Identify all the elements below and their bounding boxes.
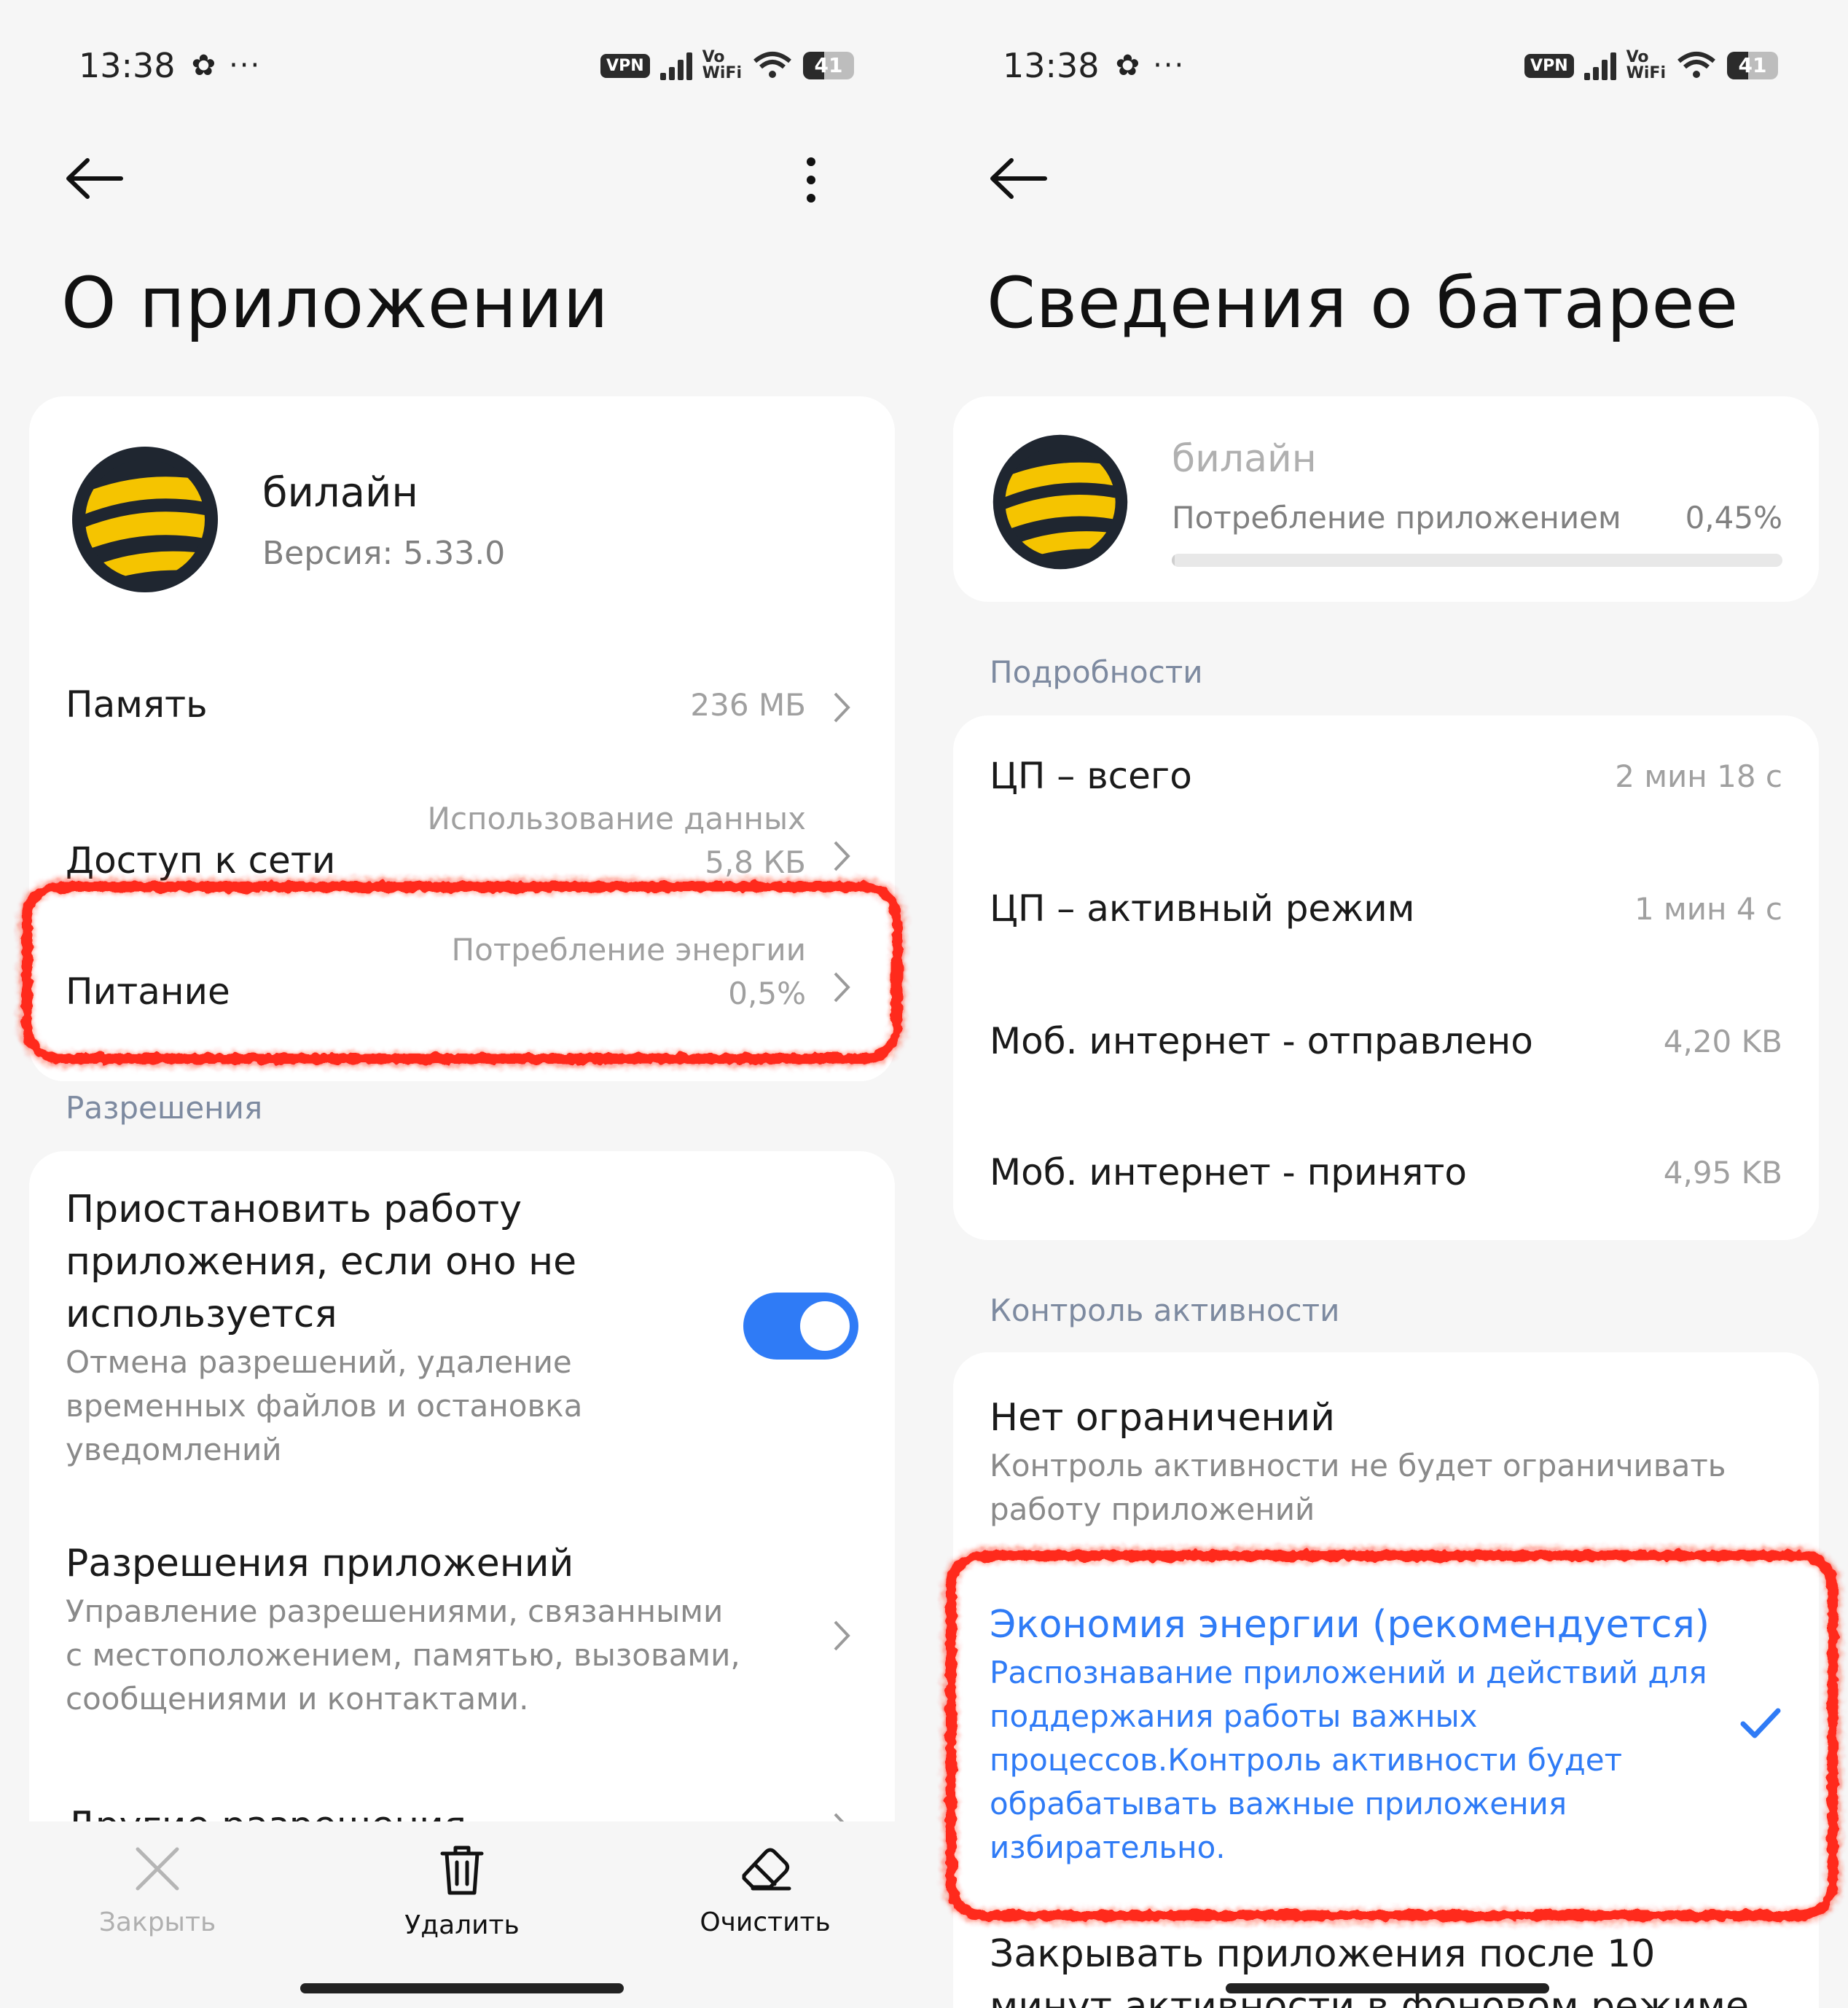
mobile-received-row: Моб. интернет - принято 4,95 KB bbox=[990, 1151, 1782, 1217]
bottom-action-bar: Закрыть Удалить Очистить bbox=[0, 1821, 924, 2008]
close-label: Закрыть bbox=[98, 1907, 216, 1937]
clear-button[interactable]: Очистить bbox=[685, 1843, 845, 1937]
status-time: 13:38 bbox=[79, 46, 176, 85]
vpn-icon: VPN bbox=[600, 53, 650, 78]
battery-icon: 41 bbox=[1727, 52, 1778, 79]
mobile-sent-label: Моб. интернет - отправлено bbox=[990, 1020, 1533, 1062]
more-notifications-icon: ··· bbox=[1153, 49, 1186, 82]
network-access-label: Доступ к сети bbox=[66, 839, 336, 882]
cpu-total-row: ЦП – всего 2 мин 18 с bbox=[990, 755, 1782, 820]
usage-progress-bar bbox=[1172, 554, 1782, 567]
vowifi-icon: Vo WiFi bbox=[702, 48, 742, 82]
mobile-sent-row: Моб. интернет - отправлено 4,20 KB bbox=[990, 1020, 1782, 1086]
app-usage-card: билайн Потребление приложением 0,45% bbox=[953, 396, 1819, 602]
status-bar: 13:38 ✿ ··· VPN Vo WiFi 41 bbox=[79, 45, 854, 86]
cpu-active-row: ЦП – активный режим 1 мин 4 с bbox=[990, 887, 1782, 953]
close-icon bbox=[136, 1847, 179, 1891]
home-indicator[interactable] bbox=[300, 1983, 624, 1993]
eraser-icon bbox=[742, 1848, 791, 1891]
notification-icon: ✿ bbox=[1115, 49, 1140, 82]
no-limits-title: Нет ограничений bbox=[990, 1396, 1336, 1440]
page-title: О приложении bbox=[61, 262, 609, 344]
chevron-right-icon bbox=[834, 692, 850, 723]
pause-app-description: Отмена разрешений, удаление временных фа… bbox=[66, 1344, 583, 1467]
page-title: Сведения о батарее bbox=[987, 262, 1739, 344]
home-indicator[interactable] bbox=[1226, 1983, 1549, 1993]
app-name: билайн bbox=[262, 469, 419, 517]
app-permissions-title: Разрешения приложений bbox=[66, 1542, 574, 1585]
memory-row[interactable]: Память 236 МБ bbox=[66, 673, 858, 739]
signal-icon bbox=[659, 51, 692, 80]
pause-app-setting[interactable]: Приостановить работу приложения, если он… bbox=[66, 1183, 858, 1475]
more-notifications-icon: ··· bbox=[229, 49, 262, 82]
chevron-right-icon bbox=[834, 841, 850, 871]
wifi-icon bbox=[753, 52, 791, 78]
power-row-highlight bbox=[22, 882, 902, 1064]
app-permissions-row[interactable]: Разрешения приложений Управление разреше… bbox=[66, 1537, 858, 1727]
vowifi-icon: Vo WiFi bbox=[1626, 48, 1666, 82]
close-button[interactable]: Закрыть bbox=[77, 1843, 238, 1937]
status-time: 13:38 bbox=[1003, 46, 1100, 85]
cpu-total-label: ЦП – всего bbox=[990, 755, 1192, 797]
memory-value: 236 МБ bbox=[690, 687, 806, 723]
pause-app-title: Приостановить работу приложения, если он… bbox=[66, 1188, 577, 1336]
app-version: Версия: 5.33.0 bbox=[262, 535, 506, 572]
signal-icon bbox=[1583, 51, 1616, 80]
pause-app-toggle[interactable] bbox=[743, 1293, 858, 1360]
notification-icon: ✿ bbox=[191, 49, 216, 82]
delete-button[interactable]: Удалить bbox=[382, 1843, 542, 1940]
details-card: ЦП – всего 2 мин 18 с ЦП – активный режи… bbox=[953, 715, 1819, 1240]
no-limits-description: Контроль активности не будет ограничиват… bbox=[990, 1448, 1726, 1527]
app-permissions-description: Управление разрешениями, связанными с ме… bbox=[66, 1593, 740, 1717]
usage-label: Потребление приложением bbox=[1172, 500, 1621, 536]
option-no-limits[interactable]: Нет ограничений Контроль активности не б… bbox=[990, 1392, 1782, 1532]
network-access-row[interactable]: Доступ к сети Использование данных 5,8 К… bbox=[66, 797, 858, 892]
status-bar: 13:38 ✿ ··· VPN Vo WiFi 41 bbox=[1003, 45, 1778, 86]
more-options-icon[interactable] bbox=[800, 154, 822, 205]
mobile-received-label: Моб. интернет - принято bbox=[990, 1151, 1467, 1193]
usage-value: 0,45% bbox=[1685, 500, 1782, 536]
close-after-title: Закрывать приложения после 10 минут акти… bbox=[990, 1932, 1749, 2008]
battery-info-screen: 13:38 ✿ ··· VPN Vo WiFi 41 Сведения о бат… bbox=[924, 0, 1848, 2008]
power-saving-highlight bbox=[946, 1550, 1838, 1921]
cpu-active-label: ЦП – активный режим bbox=[990, 887, 1415, 930]
delete-label: Удалить bbox=[404, 1910, 520, 1940]
mobile-sent-value: 4,20 KB bbox=[1663, 1024, 1782, 1059]
cpu-active-value: 1 мин 4 с bbox=[1634, 891, 1782, 927]
activity-control-header: Контроль активности bbox=[990, 1293, 1340, 1328]
memory-label: Память bbox=[66, 683, 208, 726]
clear-label: Очистить bbox=[700, 1907, 831, 1937]
vpn-icon: VPN bbox=[1524, 53, 1574, 78]
details-header: Подробности bbox=[990, 654, 1203, 690]
back-arrow-icon[interactable] bbox=[64, 154, 130, 203]
back-arrow-icon[interactable] bbox=[988, 154, 1054, 203]
chevron-right-icon bbox=[834, 1620, 850, 1651]
beeline-logo bbox=[991, 433, 1129, 571]
wifi-icon bbox=[1677, 52, 1715, 78]
permissions-header: Разрешения bbox=[66, 1090, 263, 1126]
trash-icon bbox=[440, 1846, 484, 1895]
beeline-logo bbox=[70, 444, 220, 595]
app-name: билайн bbox=[1172, 437, 1317, 481]
network-usage-value: Использование данных 5,8 КБ bbox=[427, 801, 806, 880]
app-info-screen: 13:38 ✿ ··· VPN Vo WiFi 41 О приложении б… bbox=[0, 0, 924, 2008]
battery-icon: 41 bbox=[803, 52, 854, 79]
cpu-total-value: 2 мин 18 с bbox=[1615, 758, 1782, 794]
option-close-after[interactable]: Закрывать приложения после 10 минут акти… bbox=[990, 1928, 1782, 2008]
mobile-received-value: 4,95 KB bbox=[1663, 1155, 1782, 1191]
